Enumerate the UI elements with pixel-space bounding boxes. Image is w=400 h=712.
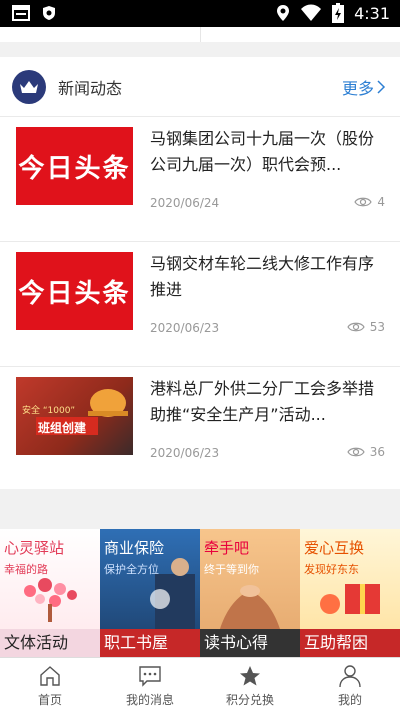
thumbnail-text: 今日头条	[18, 153, 131, 184]
tab-label: 积分兑换	[225, 693, 274, 707]
tile-name: 爱心互换	[304, 539, 365, 557]
news-date: 2020/06/23	[150, 446, 220, 460]
battery-icon	[332, 3, 345, 23]
divider	[200, 27, 201, 42]
notification-app-icon	[12, 5, 30, 21]
tab-points-exchange[interactable]: 积分兑换	[200, 658, 300, 712]
news-headline: 港料总厂外供二分厂工会多举措助推“安全生产月”活动...	[150, 379, 375, 424]
star-icon	[240, 666, 260, 686]
thumb-line2: 班组创建	[38, 421, 87, 435]
thumbnail-text: 今日头条	[18, 278, 131, 309]
tab-messages[interactable]: 我的消息	[100, 658, 200, 712]
tab-home[interactable]: 首页	[0, 658, 100, 712]
tile-reading-notes[interactable]: 牵手吧 终于等到你 读书心得	[200, 529, 300, 657]
news-views: 53	[347, 320, 385, 334]
tile-mutual-help[interactable]: 爱心互换 发现好东东 互助帮困	[300, 529, 400, 657]
shield-icon	[43, 6, 55, 20]
top-strip	[0, 27, 400, 42]
tile-name: 牵手吧	[204, 539, 250, 557]
views-count: 4	[377, 195, 385, 209]
news-views: 4	[354, 195, 385, 209]
news-section: 新闻动态 更多 今日头条 马钢集团公司十九届一次（股份公司九届一次）职代会预..…	[0, 57, 400, 489]
location-icon	[277, 5, 290, 21]
news-thumbnail: 今日头条	[16, 252, 133, 330]
wifi-icon	[301, 4, 322, 21]
more-label: 更多	[341, 79, 374, 98]
tab-label: 我的消息	[125, 693, 174, 707]
user-icon	[339, 665, 361, 688]
tab-profile[interactable]: 我的	[300, 658, 400, 712]
news-thumbnail: 安全 “1000” 班组创建	[16, 377, 133, 455]
chevron-right-icon	[377, 80, 386, 94]
eye-icon	[354, 197, 373, 207]
views-count: 36	[369, 445, 385, 459]
tab-label: 我的	[337, 693, 362, 707]
status-time: 4:31	[354, 3, 390, 23]
tile-sub: 保护全方位	[104, 563, 159, 576]
news-section-title: 新闻动态	[58, 79, 123, 98]
tile-name: 心灵驿站	[4, 539, 65, 557]
news-date: 2020/06/23	[150, 321, 220, 335]
news-list-item[interactable]: 今日头条 马钢集团公司十九届一次（股份公司九届一次）职代会预... 2020/0…	[0, 117, 400, 242]
tile-footer: 职工书屋	[100, 629, 200, 657]
tile-name: 商业保险	[104, 539, 165, 557]
news-headline: 马钢交材车轮二线大修工作有序推进	[150, 254, 375, 299]
more-link[interactable]: 更多	[342, 75, 386, 99]
thumb-line1: 安全 “1000”	[22, 406, 76, 416]
news-list-item[interactable]: 今日头条 马钢交材车轮二线大修工作有序推进 2020/06/23 53	[0, 242, 400, 367]
eye-icon	[347, 447, 365, 457]
crown-logo-icon	[12, 70, 46, 104]
news-views: 36	[347, 445, 385, 459]
news-header: 新闻动态 更多	[0, 57, 400, 117]
safety-helmet-image	[36, 389, 128, 435]
news-list-item[interactable]: 安全 “1000” 班组创建 港料总厂外供二分厂工会多举措助推“安全生产月”活动…	[0, 367, 400, 492]
tile-culture-sports[interactable]: 心灵驿站 幸福的路 文体活动	[0, 529, 100, 657]
tile-sub: 幸福的路	[4, 563, 48, 576]
news-headline: 马钢集团公司十九届一次（股份公司九届一次）职代会预...	[150, 129, 375, 174]
eye-icon	[347, 322, 365, 332]
tile-sub: 终于等到你	[204, 563, 259, 576]
feature-banner: 心灵驿站 幸福的路 文体活动 商业保险 保护全方位 职工书屋 牵手吧 终于等到你…	[0, 529, 400, 657]
tile-sub: 发现好东东	[304, 563, 359, 576]
bottom-tab-bar: 首页 我的消息 积分兑换 我的	[0, 657, 400, 712]
tile-footer: 互助帮困	[300, 629, 400, 657]
tab-label: 首页	[37, 693, 62, 707]
news-thumbnail: 今日头条	[16, 127, 133, 205]
tile-footer: 读书心得	[200, 629, 300, 657]
tile-footer: 文体活动	[0, 629, 100, 657]
home-icon	[40, 666, 60, 686]
tile-workers-bookhouse[interactable]: 商业保险 保护全方位 职工书屋	[100, 529, 200, 657]
news-date: 2020/06/24	[150, 196, 220, 210]
views-count: 53	[369, 320, 385, 334]
message-icon	[139, 666, 161, 687]
status-bar: 4:31	[0, 0, 400, 27]
